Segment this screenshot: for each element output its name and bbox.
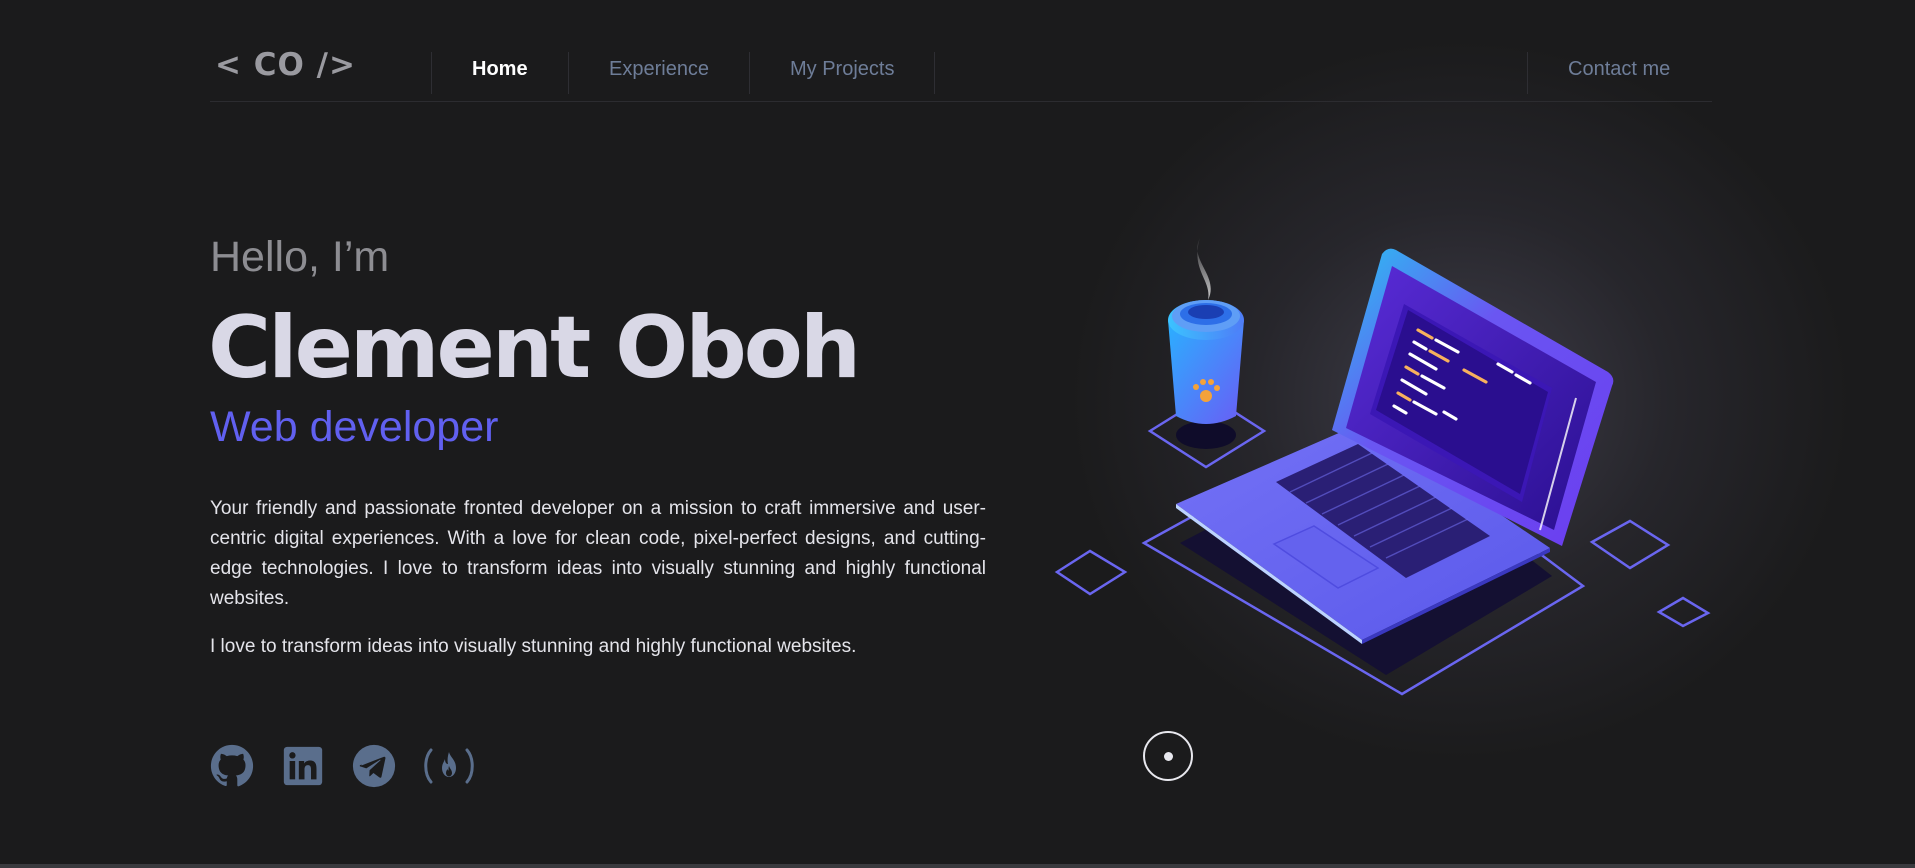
bio-summary: I love to transform ideas into visually … <box>210 636 857 657</box>
top-nav: < CO /> Home Experience My Projects Cont… <box>210 0 1712 102</box>
nav-divider <box>749 52 750 94</box>
hero-name: Clement Oboh <box>208 298 861 398</box>
hero-illustration <box>1040 230 1720 710</box>
github-icon[interactable] <box>210 744 254 788</box>
contact-me-link[interactable]: Contact me <box>1568 57 1670 81</box>
nav-divider <box>934 52 935 94</box>
nav-divider <box>1527 52 1528 94</box>
page-bottom-border <box>0 864 1915 868</box>
hero-role: Web developer <box>210 403 499 451</box>
scroll-dot <box>1163 751 1173 761</box>
laptop-coffee-illustration <box>1054 238 1711 696</box>
freecodecamp-icon[interactable] <box>423 744 475 788</box>
nav-experience-link[interactable]: Experience <box>609 57 709 81</box>
logo[interactable]: < CO /> <box>215 50 356 81</box>
social-links <box>210 744 502 788</box>
nav-projects-link[interactable]: My Projects <box>790 57 894 81</box>
nav-divider <box>568 52 569 94</box>
linkedin-icon[interactable] <box>281 744 325 788</box>
telegram-icon[interactable] <box>352 744 396 788</box>
scroll-down-indicator[interactable] <box>1143 731 1193 781</box>
nav-divider <box>431 52 432 94</box>
bio-paragraph: Your friendly and passionate fronted dev… <box>210 498 986 609</box>
greeting: Hello, I’m <box>210 233 390 281</box>
nav-home-link[interactable]: Home <box>472 57 528 81</box>
